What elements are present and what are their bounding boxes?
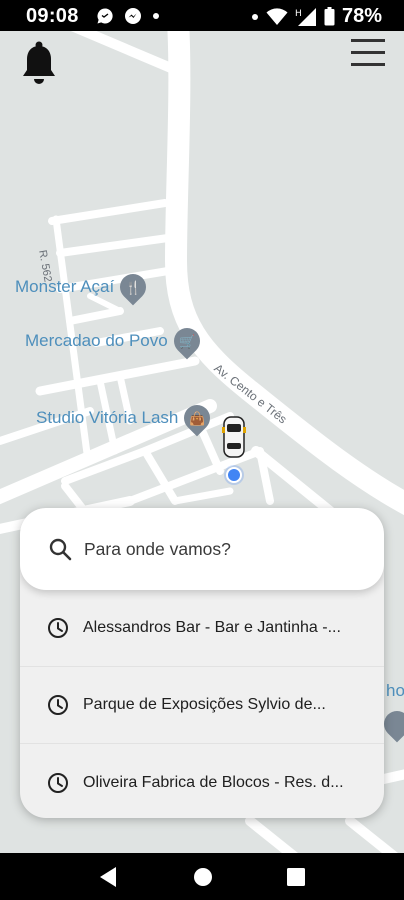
- current-location-dot: [226, 467, 242, 483]
- shopping-bag-icon: 👜: [179, 399, 216, 437]
- recent-destination-item[interactable]: Alessandros Bar - Bar e Jantinha -...: [20, 590, 384, 667]
- restaurant-icon: 🍴: [114, 268, 152, 306]
- notification-dot-icon: [153, 13, 159, 19]
- status-bar: 09:08 H 78%: [0, 0, 404, 31]
- home-icon[interactable]: [193, 866, 213, 888]
- recent-destination-item[interactable]: Oliveira Fabrica de Blocos - Res. d...: [20, 744, 384, 818]
- map-edge-label: ho: [386, 681, 404, 700]
- search-input[interactable]: Para onde vamos?: [20, 508, 384, 590]
- back-icon[interactable]: [98, 866, 118, 888]
- svg-text:H: H: [295, 9, 302, 19]
- shopping-cart-icon: 🛒: [168, 322, 206, 360]
- poi-monster-acai[interactable]: Monster Açaí 🍴: [15, 268, 152, 306]
- status-notification-icons: [96, 7, 160, 25]
- status-time: 09:08: [26, 5, 79, 27]
- poi-studio-vitoria-lash[interactable]: Studio Vitória Lash 👜: [36, 399, 216, 437]
- poi-mercadao-do-povo[interactable]: Mercadao do Povo 🛒: [25, 322, 206, 360]
- wifi-icon: [266, 7, 288, 25]
- battery-percent: 78%: [341, 5, 382, 27]
- recent-destination-item[interactable]: Parque de Exposições Sylvio de...: [20, 667, 384, 744]
- bell-icon[interactable]: [20, 40, 58, 86]
- clock-icon: [48, 772, 68, 793]
- messenger-icon: [125, 8, 141, 24]
- hamburger-menu-icon[interactable]: [350, 36, 386, 70]
- poi-label: Mercadao do Povo: [25, 331, 168, 350]
- system-navigation-bar: [0, 853, 404, 900]
- chat-icon: [97, 8, 113, 24]
- search-placeholder: Para onde vamos?: [84, 538, 231, 559]
- search-icon: [49, 538, 72, 561]
- poi-label: Monster Açaí: [15, 277, 115, 296]
- recent-destination-label: Oliveira Fabrica de Blocos - Res. d...: [83, 773, 344, 791]
- destination-card: Para onde vamos? Alessandros Bar - Bar e…: [20, 508, 384, 818]
- battery-icon: [324, 7, 335, 26]
- signal-icon: H: [295, 7, 316, 26]
- status-system-icons: H 78%: [251, 5, 382, 28]
- car-icon: [222, 416, 246, 458]
- clock-icon: [48, 618, 68, 638]
- clock-icon: [48, 695, 68, 715]
- dot-icon: [251, 13, 258, 20]
- recents-icon[interactable]: [286, 866, 306, 888]
- recent-destination-label: Parque de Exposições Sylvio de...: [83, 696, 326, 713]
- recent-destination-label: Alessandros Bar - Bar e Jantinha -...: [83, 619, 341, 636]
- poi-label: Studio Vitória Lash: [36, 408, 179, 427]
- recent-destinations-list: Alessandros Bar - Bar e Jantinha -... Pa…: [20, 590, 384, 818]
